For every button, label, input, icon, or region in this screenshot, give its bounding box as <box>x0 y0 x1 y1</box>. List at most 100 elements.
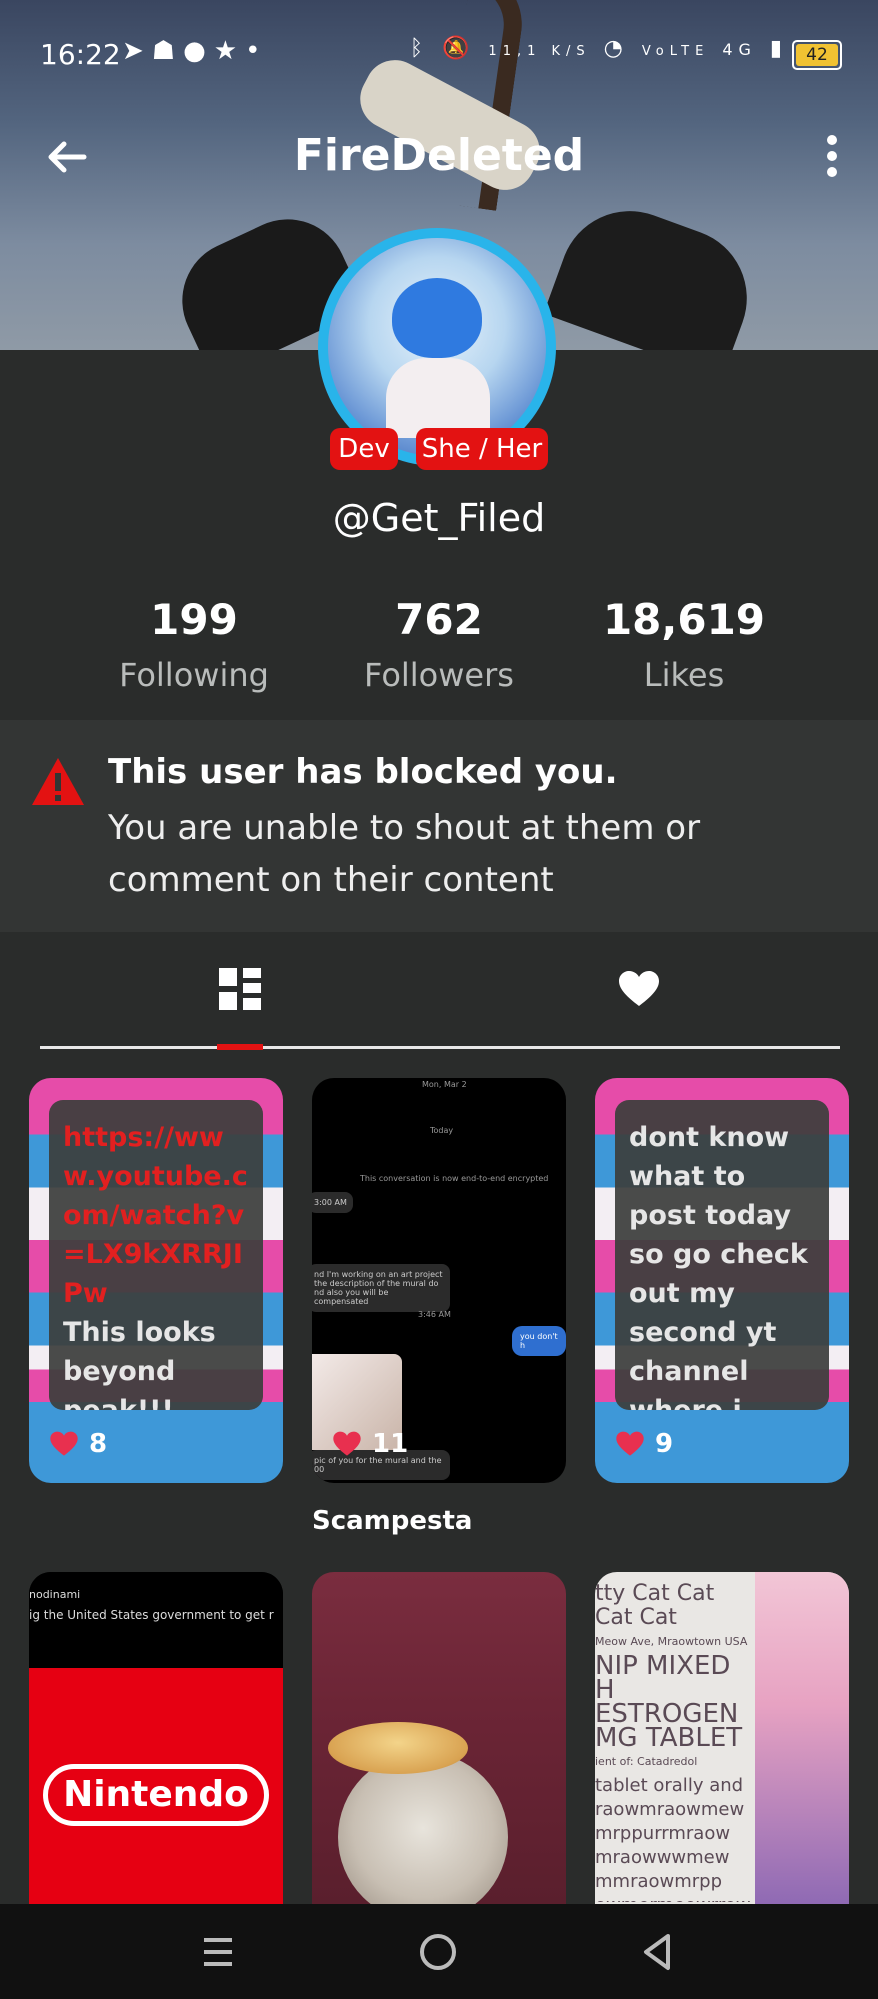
stat-value: 199 <box>150 595 238 644</box>
tab-posts[interactable] <box>40 950 440 1050</box>
blocked-title: This user has blocked you. <box>108 752 618 792</box>
chat-encrypted: This conversation is now end-to-end encr… <box>360 1174 549 1183</box>
back-triangle-icon[interactable] <box>630 1924 690 1980</box>
post-text: MG TABLET <box>595 1723 743 1753</box>
dot-icon: • <box>245 36 269 66</box>
pancake-image <box>328 1722 468 1774</box>
nintendo-logo: Nintendo <box>43 1764 269 1826</box>
post-text: mraowwwmew <box>595 1847 730 1868</box>
post-text: ig the United States government to get r <box>29 1608 274 1622</box>
battery-icon: 42 <box>792 40 842 70</box>
avatar-face <box>392 278 482 358</box>
battery-level: 42 <box>796 44 838 66</box>
signal-icon: ▮ <box>769 36 788 61</box>
telegram-icon: ➤ <box>122 36 152 66</box>
network-speed: 11,1 K/S <box>488 44 591 59</box>
post-text: mrppurrmraow <box>595 1823 731 1844</box>
star-icon: ★ <box>213 36 246 66</box>
home-circle-icon[interactable] <box>410 1924 470 1980</box>
likes-count: 8 <box>89 1429 108 1459</box>
wifi-icon: ◔ <box>603 36 629 61</box>
bell-off-icon: 🔕 <box>442 36 476 61</box>
post-text: tty Cat Cat <box>595 1582 715 1606</box>
post-caption[interactable]: Scampesta <box>312 1506 472 1536</box>
post-text: ient of: Catadredol <box>595 1755 698 1768</box>
notification-icons: ➤☗●★• <box>122 36 268 66</box>
post-card[interactable]: https://www.youtube.com/watch?v=LX9kXRRJ… <box>29 1078 283 1483</box>
content-tabs <box>40 950 840 1050</box>
post-text: Cat Cat <box>595 1605 677 1630</box>
blocked-notice: This user has blocked you. You are unabl… <box>0 720 878 932</box>
profile-stats: 199 Following 762 Followers 18,619 Likes <box>0 590 878 700</box>
post-text-box: https://www.youtube.com/watch?v=LX9kXRRJ… <box>49 1100 263 1410</box>
anime-character-image <box>755 1572 849 1904</box>
chat-time: 3:00 AM <box>312 1192 353 1213</box>
chat-date: Mon, Mar 2 <box>422 1080 467 1089</box>
post-card[interactable] <box>312 1572 566 1904</box>
post-text: tablet orally and <box>595 1775 744 1796</box>
tab-indicator <box>217 1044 263 1050</box>
tab-divider <box>40 1046 840 1049</box>
stat-label: Likes <box>643 656 725 694</box>
banner-decoration <box>543 191 767 350</box>
user-handle: @Get_Filed <box>332 496 546 540</box>
system-navbar <box>0 1904 878 1999</box>
status-time: 16:22 <box>40 38 121 71</box>
page-title: FireDeleted <box>293 130 585 181</box>
blocked-message: You are unable to shout at them or comme… <box>108 808 701 900</box>
chat-today: Today <box>430 1126 454 1135</box>
stat-value: 18,619 <box>602 595 766 644</box>
chat-bubble-icon: ● <box>183 36 214 66</box>
stat-likes: 18,619 Likes <box>554 590 814 700</box>
heart-icon <box>333 1431 361 1456</box>
post-label-text: tty Cat Cat Cat Cat Meow Ave, Mraowtown … <box>595 1582 755 1902</box>
likes-count: 11 <box>372 1429 409 1459</box>
badge-pronouns: She / Her <box>416 428 548 470</box>
more-vertical-icon[interactable] <box>822 134 842 184</box>
post-text: raowmraowmew <box>595 1799 745 1820</box>
chat-message: nd I'm working on an art project the des… <box>312 1264 450 1312</box>
network-type: 4G <box>722 40 757 59</box>
post-text: H ESTROGEN <box>595 1675 739 1729</box>
status-bar: 16:22 ➤☗●★• ᛒ 🔕 11,1 K/S ◔ VoLTE 4G ▮ 42 <box>0 30 878 80</box>
post-card[interactable]: tty Cat Cat Cat Cat Meow Ave, Mraowtown … <box>595 1572 849 1904</box>
stat-value: 762 <box>395 595 483 644</box>
chat-reply: you don't h <box>512 1326 566 1356</box>
menu-icon[interactable] <box>190 1924 250 1980</box>
hamster-image <box>338 1752 508 1904</box>
stat-label: Following <box>119 656 269 694</box>
stat-followers[interactable]: 762 Followers <box>309 590 569 700</box>
grid-layout-icon <box>219 968 261 1010</box>
post-text: NIP MIXED <box>595 1651 731 1681</box>
stat-following[interactable]: 199 Following <box>64 590 324 700</box>
heart-icon <box>619 971 659 1006</box>
bluetooth-icon: ᛒ <box>409 36 430 61</box>
post-likes: 8 <box>49 1429 107 1459</box>
badge-dev: Dev <box>330 428 398 470</box>
post-text: mmraowmrpp <box>595 1871 723 1892</box>
stat-label: Followers <box>364 656 514 694</box>
avatar-body <box>386 358 490 438</box>
tab-liked[interactable] <box>440 950 840 1050</box>
avatar-image <box>328 238 546 456</box>
post-card[interactable]: dont know what to post today so go check… <box>595 1078 849 1483</box>
volte-icon: VoLTE <box>641 44 710 59</box>
post-text: owmermeowrrow <box>595 1894 755 1902</box>
top-bar: FireDeleted <box>0 120 878 200</box>
system-icons: ᛒ 🔕 11,1 K/S ◔ VoLTE 4G ▮ <box>410 36 788 61</box>
post-link[interactable]: https://www.youtube.com/watch?v=LX9kXRRJ… <box>63 1122 248 1309</box>
post-text-box: dont know what to post today so go check… <box>615 1100 829 1410</box>
chat-time: 3:46 AM <box>418 1310 451 1319</box>
heart-icon <box>50 1431 78 1456</box>
post-text: This looks beyond peak!!! <box>63 1317 216 1410</box>
post-text: nodinami <box>29 1588 81 1601</box>
snapchat-icon: ☗ <box>151 36 184 66</box>
post-likes: 9 <box>615 1429 673 1459</box>
post-card[interactable]: Mon, Mar 2 Today This conversation is no… <box>312 1078 566 1483</box>
heart-icon <box>616 1431 644 1456</box>
warning-icon <box>32 758 84 805</box>
likes-count: 9 <box>655 1429 674 1459</box>
post-text: dont know what to post today so go check… <box>629 1122 808 1410</box>
post-likes: 11 <box>332 1429 408 1459</box>
post-card[interactable]: nodinami ig the United States government… <box>29 1572 283 1904</box>
